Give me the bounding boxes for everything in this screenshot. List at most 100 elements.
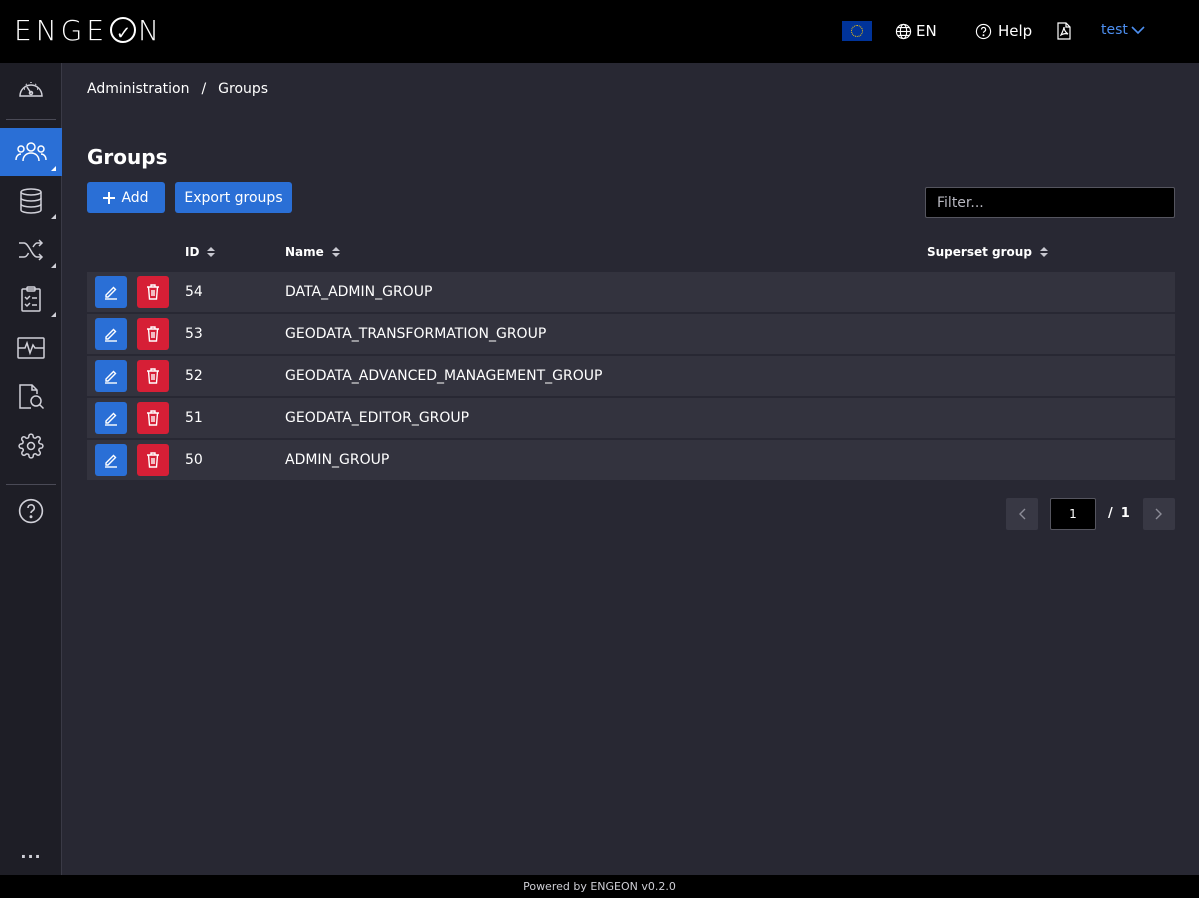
trash-icon [147, 326, 159, 342]
sidebar-divider [6, 119, 56, 120]
help-link[interactable]: Help [975, 20, 1032, 42]
table-row: 54 DATA_ADMIN_GROUP [87, 272, 1175, 312]
help-label: Help [998, 22, 1033, 40]
pencil-icon [105, 454, 117, 468]
submenu-indicator-icon [51, 263, 56, 268]
breadcrumb: Administration / Groups [87, 81, 268, 97]
cell-id: 53 [185, 326, 203, 342]
page-title: Groups [87, 145, 168, 169]
footer: Powered by ENGEON v0.2.0 [0, 875, 1199, 898]
speedometer-icon [19, 82, 43, 97]
table-row: 50 ADMIN_GROUP [87, 440, 1175, 480]
edit-button[interactable] [95, 444, 127, 476]
sidebar-item-database[interactable] [0, 178, 62, 224]
sort-icon [331, 247, 340, 257]
table-row: 51 GEODATA_EDITOR_GROUP [87, 398, 1175, 438]
sidebar-item-settings[interactable] [0, 423, 62, 469]
export-button-label: Export groups [184, 189, 283, 206]
pencil-icon [105, 286, 117, 300]
activity-icon [17, 337, 45, 359]
cell-id: 54 [185, 284, 203, 300]
delete-button[interactable] [137, 402, 169, 434]
user-label: test [1101, 22, 1128, 38]
sidebar-item-groups[interactable] [0, 128, 62, 176]
submenu-indicator-icon [51, 312, 56, 317]
cell-name: ADMIN_GROUP [285, 452, 390, 468]
pencil-icon [105, 370, 117, 384]
cell-name: GEODATA_ADVANCED_MANAGEMENT_GROUP [285, 368, 603, 384]
page-separator: / [1108, 506, 1113, 521]
column-header-superset-group[interactable]: Superset group [927, 245, 1048, 259]
pdf-document-icon[interactable] [1056, 22, 1072, 40]
sort-icon [207, 247, 216, 257]
column-header-name[interactable]: Name [285, 245, 340, 259]
page-total: / 1 [1108, 506, 1130, 521]
sidebar-item-help[interactable] [0, 488, 62, 534]
language-label: EN [916, 22, 937, 40]
document-search-icon [19, 384, 45, 410]
cell-id: 50 [185, 452, 203, 468]
gear-icon [18, 433, 44, 459]
delete-button[interactable] [137, 444, 169, 476]
breadcrumb-separator: / [201, 81, 207, 97]
sidebar: ... [0, 63, 62, 875]
chevron-down-icon [1131, 26, 1145, 35]
sidebar-item-transformations[interactable] [0, 227, 62, 273]
top-bar: ENGEN EN Help test [0, 0, 1199, 63]
filter-input[interactable] [925, 187, 1175, 218]
language-selector[interactable]: EN [895, 20, 937, 42]
table-row: 53 GEODATA_TRANSFORMATION_GROUP [87, 314, 1175, 354]
pencil-icon [105, 412, 117, 426]
question-circle-icon [975, 23, 992, 39]
cell-name: GEODATA_TRANSFORMATION_GROUP [285, 326, 547, 342]
trash-icon [147, 368, 159, 384]
database-icon [20, 188, 42, 214]
trash-icon [147, 284, 159, 300]
column-header-label: Superset group [927, 245, 1032, 259]
delete-button[interactable] [137, 318, 169, 350]
pencil-icon [105, 328, 117, 342]
column-header-label: Name [285, 245, 324, 259]
edit-button[interactable] [95, 318, 127, 350]
cell-id: 51 [185, 410, 203, 426]
edit-button[interactable] [95, 402, 127, 434]
clipboard-checklist-icon [21, 286, 41, 312]
submenu-indicator-icon [51, 214, 56, 219]
sidebar-item-search[interactable] [0, 374, 62, 420]
column-header-label: ID [185, 245, 200, 259]
user-menu[interactable]: test [1101, 22, 1145, 38]
submenu-indicator-icon [51, 166, 56, 171]
page-number-input[interactable]: 1 [1050, 498, 1096, 530]
sidebar-item-monitoring[interactable] [0, 325, 62, 371]
export-groups-button[interactable]: Export groups [175, 182, 292, 213]
add-button[interactable]: Add [87, 182, 165, 213]
table-row: 52 GEODATA_ADVANCED_MANAGEMENT_GROUP [87, 356, 1175, 396]
engeon-logo[interactable]: ENGEN [14, 14, 163, 51]
column-header-id[interactable]: ID [185, 245, 216, 259]
chevron-left-icon [1019, 508, 1026, 520]
cell-name: DATA_ADMIN_GROUP [285, 284, 433, 300]
sort-icon [1039, 247, 1048, 257]
edit-button[interactable] [95, 276, 127, 308]
eu-flag-icon [842, 21, 872, 41]
add-button-label: Add [121, 189, 149, 206]
more-menu-button[interactable]: ... [0, 843, 62, 862]
users-icon [15, 142, 47, 162]
cell-name: GEODATA_EDITOR_GROUP [285, 410, 470, 426]
sidebar-item-dashboard[interactable] [0, 65, 62, 111]
next-page-button[interactable] [1143, 498, 1175, 530]
plus-icon [103, 191, 116, 204]
cell-id: 52 [185, 368, 203, 384]
delete-button[interactable] [137, 276, 169, 308]
globe-icon [895, 23, 912, 39]
question-circle-icon [18, 498, 44, 524]
shuffle-icon [19, 239, 44, 261]
total-pages: 1 [1120, 506, 1130, 521]
sidebar-divider [6, 484, 56, 485]
previous-page-button[interactable] [1006, 498, 1038, 530]
sidebar-item-tasks[interactable] [0, 276, 62, 322]
breadcrumb-current: Groups [218, 81, 269, 97]
delete-button[interactable] [137, 360, 169, 392]
edit-button[interactable] [95, 360, 127, 392]
breadcrumb-administration[interactable]: Administration [87, 81, 189, 97]
